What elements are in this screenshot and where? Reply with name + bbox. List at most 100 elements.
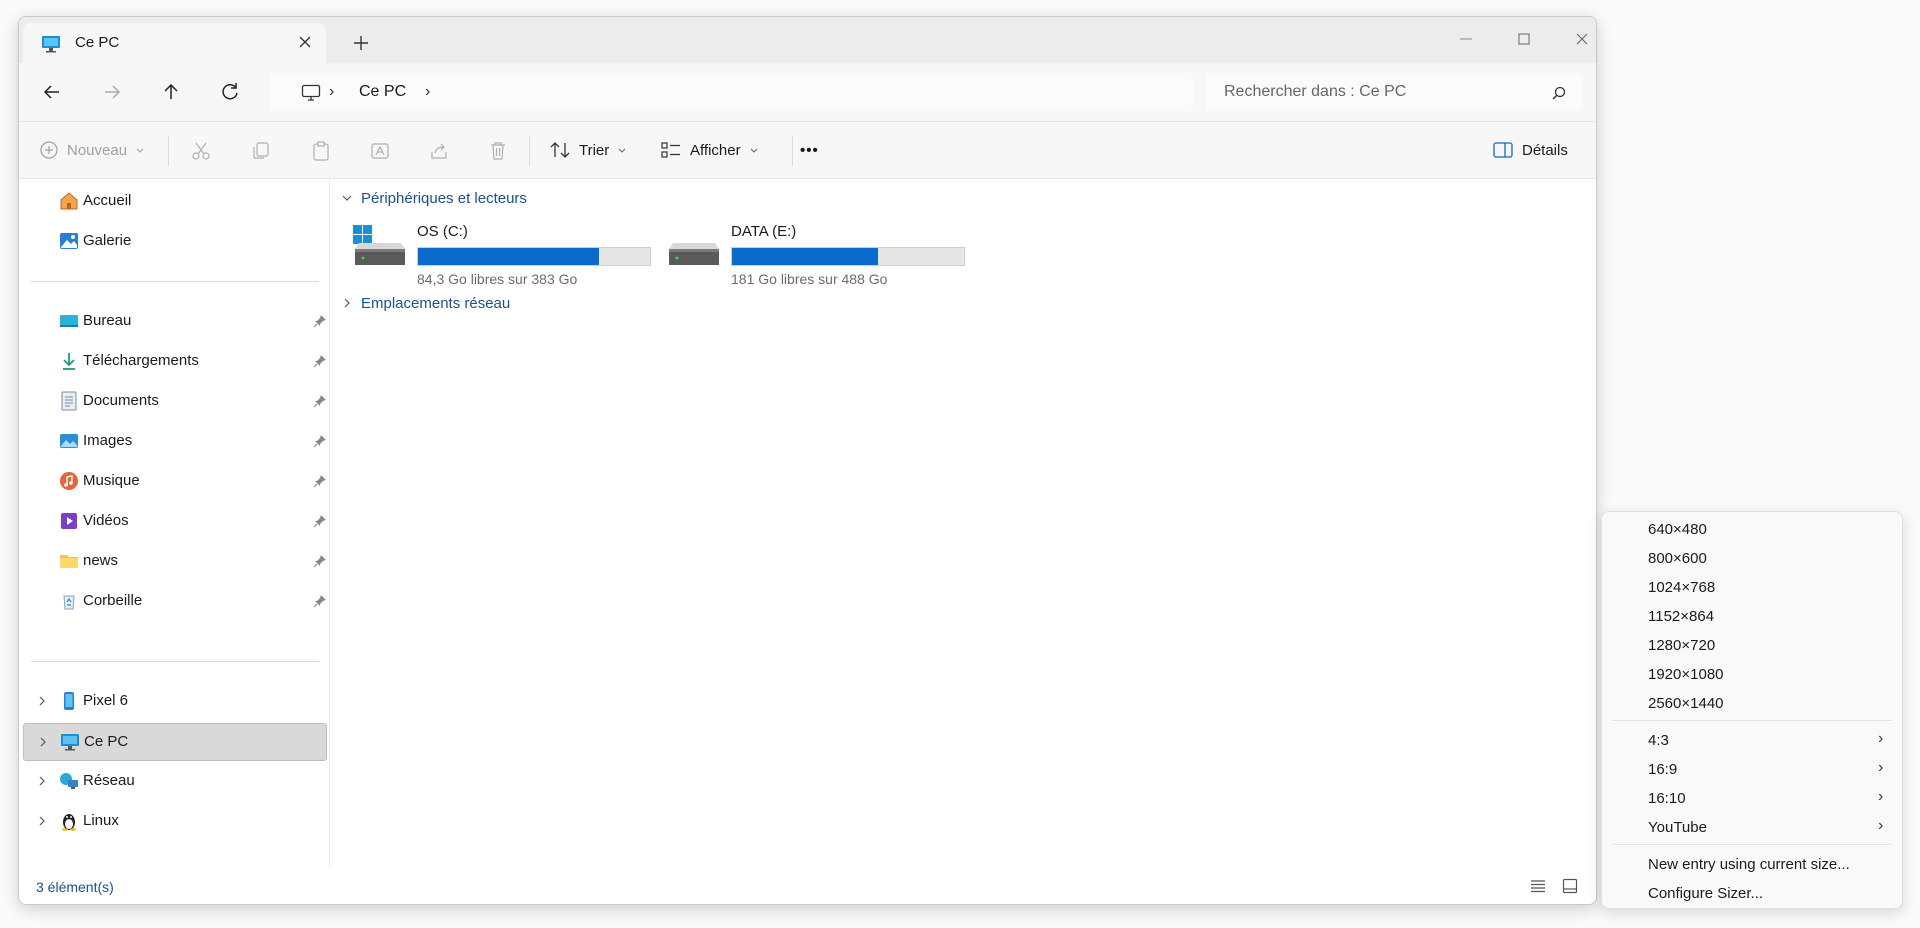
menu-item-label: 16:9 [1648, 761, 1678, 778]
pin-icon[interactable] [313, 554, 327, 568]
forward-arrow-icon[interactable] [99, 79, 125, 105]
plus-circle-icon [40, 141, 58, 159]
menu-item-ratio-16-9[interactable]: 16:9 › [1602, 756, 1902, 784]
menu-item-label: 1280×720 [1648, 637, 1716, 654]
cut-icon[interactable] [190, 140, 212, 162]
breadcrumb-ce-pc[interactable]: Ce PC [359, 83, 406, 101]
copy-icon[interactable] [250, 140, 272, 162]
sidebar-item-videos[interactable]: Vidéos [23, 503, 327, 539]
sidebar-item-linux[interactable]: Linux [23, 803, 325, 839]
menu-item-size[interactable]: 640×480 [1602, 516, 1902, 544]
sidebar-item-images[interactable]: Images [23, 423, 327, 459]
sidebar-item-galerie[interactable]: Galerie [23, 223, 325, 259]
pane-splitter[interactable] [329, 179, 330, 867]
sidebar-item-corbeille[interactable]: Corbeille [23, 583, 327, 619]
view-button-label: Afficher [690, 141, 741, 159]
address-path[interactable]: › Ce PC › [269, 73, 1193, 111]
sidebar-item-label: Bureau [83, 312, 132, 329]
menu-item-ratio-16-10[interactable]: 16:10 › [1602, 785, 1902, 813]
pin-icon[interactable] [313, 394, 327, 408]
pin-icon[interactable] [313, 314, 327, 328]
main-content: Périphériques et lecteurs OS (C:) 84,3 G… [331, 179, 1595, 867]
pin-icon[interactable] [313, 434, 327, 448]
menu-item-ratio-4-3[interactable]: 4:3 › [1602, 727, 1902, 755]
pin-icon[interactable] [313, 474, 327, 488]
menu-item-label: 4:3 [1648, 732, 1669, 749]
close-tab-icon[interactable] [295, 32, 315, 52]
sidebar-divider [31, 661, 319, 662]
navigation-pane: Accueil Galerie Bureau Téléchargements D… [19, 179, 327, 867]
maximize-button[interactable] [1509, 25, 1539, 53]
sort-button[interactable]: Trier [549, 136, 627, 164]
computer-icon [301, 84, 321, 106]
music-icon [59, 471, 79, 491]
hard-drive-icon [665, 223, 721, 277]
rename-icon[interactable] [369, 140, 391, 162]
paste-icon[interactable] [310, 140, 332, 162]
chevron-right-icon[interactable] [36, 735, 50, 749]
pin-icon[interactable] [313, 594, 327, 608]
pc-icon [60, 732, 80, 752]
chevron-right-icon[interactable] [35, 774, 49, 788]
menu-item-new-entry[interactable]: New entry using current size... [1602, 851, 1902, 879]
new-tab-button[interactable] [349, 31, 373, 55]
back-arrow-icon[interactable] [39, 79, 65, 105]
minimize-button[interactable] [1451, 25, 1481, 53]
sidebar-item-label: Images [83, 432, 133, 449]
view-button[interactable]: Afficher [660, 136, 759, 164]
drive-name: OS (C:) [417, 223, 468, 240]
sidebar-item-musique[interactable]: Musique [23, 463, 327, 499]
sidebar-item-documents[interactable]: Documents [23, 383, 327, 419]
sidebar-item-ce-pc[interactable]: Ce PC [23, 723, 327, 761]
toolbar-divider [529, 136, 530, 166]
menu-item-size[interactable]: 1280×720 [1602, 632, 1902, 660]
details-button-label: Détails [1522, 141, 1568, 159]
menu-item-youtube[interactable]: YouTube › [1602, 814, 1902, 842]
group-devices-header[interactable]: Périphériques et lecteurs [341, 187, 527, 209]
sidebar-item-bureau[interactable]: Bureau [23, 303, 327, 339]
drive-usage-bar [417, 247, 651, 266]
pin-icon[interactable] [313, 514, 327, 528]
menu-item-label: 2560×1440 [1648, 695, 1724, 712]
submenu-arrow-icon: › [1878, 788, 1884, 805]
close-window-button[interactable] [1567, 25, 1596, 53]
up-arrow-icon[interactable] [158, 79, 184, 105]
menu-item-size[interactable]: 1024×768 [1602, 574, 1902, 602]
new-button[interactable]: Nouveau [39, 136, 145, 164]
menu-item-configure-sizer[interactable]: Configure Sizer... [1602, 880, 1902, 908]
group-network-label: Emplacements réseau [361, 294, 511, 312]
menu-item-size[interactable]: 800×600 [1602, 545, 1902, 573]
drive-os-c[interactable]: OS (C:) 84,3 Go libres sur 383 Go [351, 223, 651, 287]
chevron-right-icon[interactable] [35, 814, 49, 828]
search-input[interactable]: Rechercher dans : Ce PC [1206, 73, 1581, 111]
menu-item-size[interactable]: 2560×1440 [1602, 690, 1902, 718]
menu-item-label: 800×600 [1648, 550, 1707, 567]
sidebar-item-label: Linux [83, 812, 119, 829]
pc-icon [41, 35, 61, 57]
refresh-icon[interactable] [217, 79, 243, 105]
sidebar-item-news[interactable]: news [23, 543, 327, 579]
chevron-right-icon[interactable] [35, 694, 49, 708]
details-view-icon[interactable] [1530, 879, 1546, 897]
linux-icon [59, 811, 79, 831]
pin-icon[interactable] [313, 354, 327, 368]
details-pane-button[interactable]: Détails [1492, 136, 1568, 164]
sidebar-item-label: Vidéos [83, 512, 129, 529]
search-icon[interactable] [1551, 85, 1567, 105]
large-icons-view-icon[interactable] [1562, 878, 1578, 898]
tab-ce-pc[interactable]: Ce PC [23, 23, 326, 63]
drive-data-e[interactable]: DATA (E:) 181 Go libres sur 488 Go [665, 223, 965, 287]
share-icon[interactable] [428, 140, 450, 162]
menu-item-size[interactable]: 1920×1080 [1602, 661, 1902, 689]
drive-free-space: 181 Go libres sur 488 Go [731, 271, 888, 287]
breadcrumb-separator[interactable]: › [425, 83, 430, 101]
menu-item-label: YouTube [1648, 819, 1707, 836]
sidebar-item-telechargements[interactable]: Téléchargements [23, 343, 327, 379]
menu-item-size[interactable]: 1152×864 [1602, 603, 1902, 631]
more-options-button[interactable]: ••• [800, 136, 819, 164]
delete-icon[interactable] [487, 140, 509, 162]
group-network-header[interactable]: Emplacements réseau [341, 292, 510, 314]
sidebar-item-accueil[interactable]: Accueil [23, 183, 325, 219]
sidebar-item-reseau[interactable]: Réseau [23, 763, 325, 799]
sidebar-item-pixel-6[interactable]: Pixel 6 [23, 683, 325, 719]
